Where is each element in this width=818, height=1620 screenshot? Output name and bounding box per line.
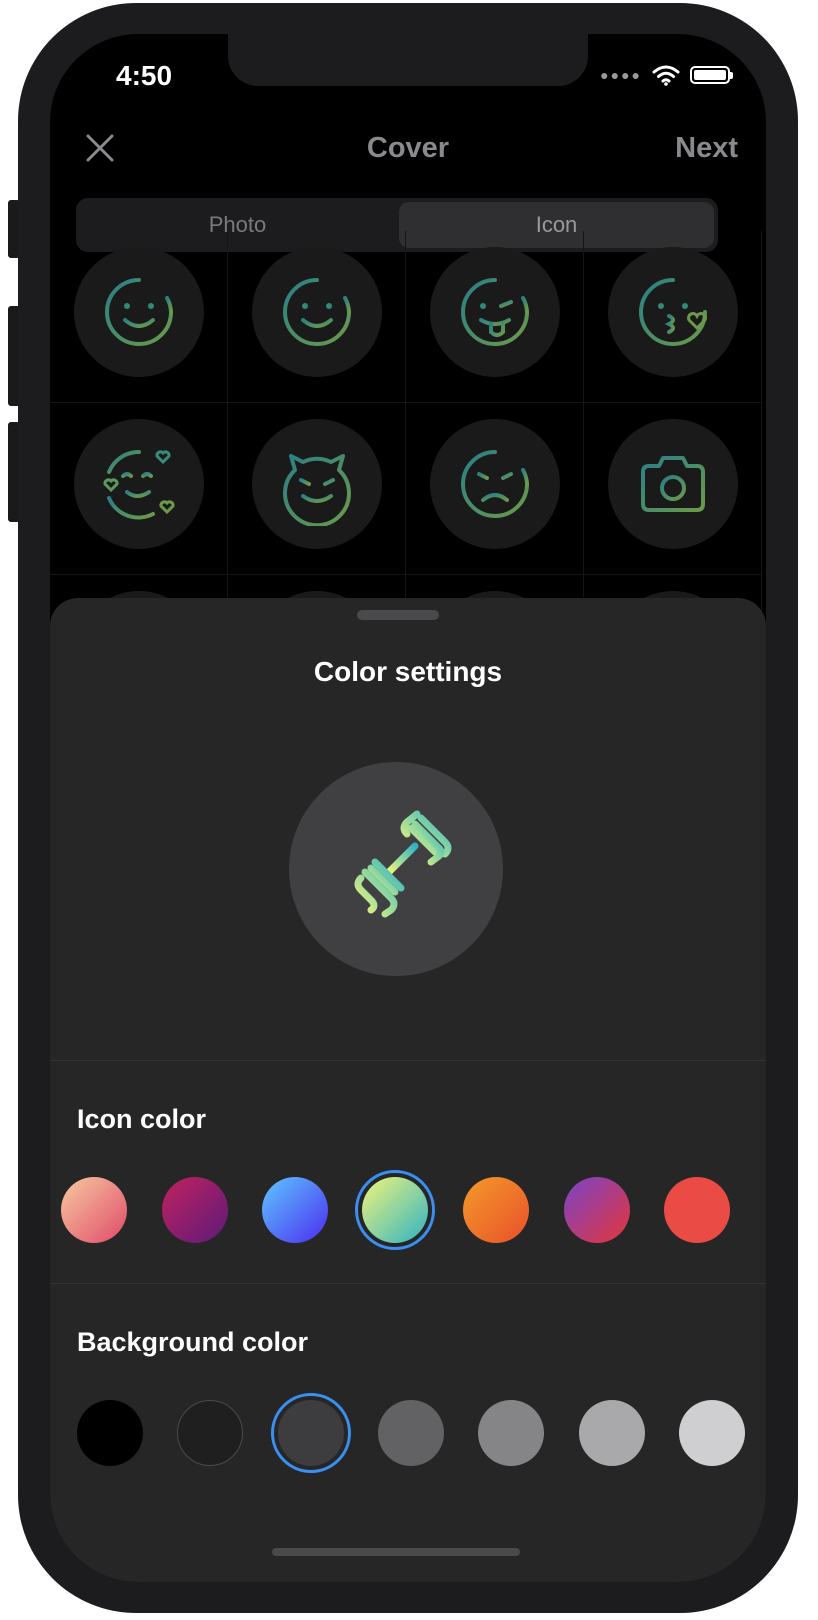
- next-button[interactable]: Next: [675, 132, 738, 165]
- tongue-wink-icon: [461, 278, 529, 346]
- icon-cell[interactable]: [50, 231, 228, 403]
- screen: 4:50 ●●●● Cover Next Photo Icon Color se…: [50, 34, 766, 1582]
- background-color-swatch[interactable]: [77, 1400, 143, 1466]
- smile-icon: [283, 278, 351, 346]
- icon-cell[interactable]: [228, 403, 406, 575]
- background-color-label: Background color: [77, 1327, 309, 1357]
- icon-cell[interactable]: [584, 231, 762, 403]
- icon-color-swatch-peach-pink[interactable]: [61, 1177, 127, 1243]
- divider: [50, 1060, 766, 1061]
- home-indicator: [272, 1548, 520, 1556]
- sheet-title: Color settings: [313, 656, 503, 687]
- icon-color-label: Icon color: [77, 1104, 207, 1134]
- icon-cell[interactable]: [406, 403, 584, 575]
- background-color-swatch[interactable]: [478, 1400, 544, 1466]
- icon-color-swatch-orange[interactable]: [463, 1177, 529, 1243]
- icon-color-swatch-magenta-purple[interactable]: [162, 1177, 228, 1243]
- camera-icon: [641, 456, 705, 512]
- wifi-icon: [652, 65, 680, 86]
- battery-icon: [690, 66, 733, 84]
- color-settings-sheet: Color settings Icon color Background col…: [50, 598, 766, 1582]
- notch: [228, 34, 588, 86]
- status-time: 4:50: [116, 60, 173, 91]
- icon-cell[interactable]: [406, 231, 584, 403]
- background-color-swatch[interactable]: [679, 1400, 745, 1466]
- page-title: Cover: [366, 132, 450, 164]
- icon-cell[interactable]: [584, 403, 762, 575]
- icon-preview: [289, 762, 503, 976]
- navigation-bar: Cover Next: [50, 114, 766, 184]
- icon-grid: [50, 231, 766, 747]
- heart-eyes-icon: [103, 449, 175, 520]
- icon-cell[interactable]: [50, 403, 228, 575]
- selected-ring: [271, 1393, 351, 1473]
- sheet-drag-handle[interactable]: [357, 610, 439, 620]
- background-color-swatch[interactable]: [579, 1400, 645, 1466]
- angry-icon: [461, 450, 529, 518]
- background-color-swatch[interactable]: [177, 1400, 243, 1466]
- signal-dots-icon: ●●●●: [600, 67, 642, 83]
- smile-icon: [105, 278, 173, 346]
- icon-color-swatch-red-violet[interactable]: [564, 1177, 630, 1243]
- icon-color-swatch-blue-indigo[interactable]: [262, 1177, 328, 1243]
- phone-frame: 4:50 ●●●● Cover Next Photo Icon Color se…: [18, 3, 798, 1613]
- status-icons: ●●●●: [600, 64, 733, 86]
- divider: [50, 1283, 766, 1284]
- dumbbell-icon: [354, 810, 452, 918]
- devil-icon: [283, 454, 351, 526]
- kiss-heart-icon: [639, 278, 707, 346]
- selected-ring: [355, 1170, 435, 1250]
- background-color-swatch[interactable]: [378, 1400, 444, 1466]
- icon-cell[interactable]: [228, 231, 406, 403]
- icon-color-swatch-red[interactable]: [664, 1177, 730, 1243]
